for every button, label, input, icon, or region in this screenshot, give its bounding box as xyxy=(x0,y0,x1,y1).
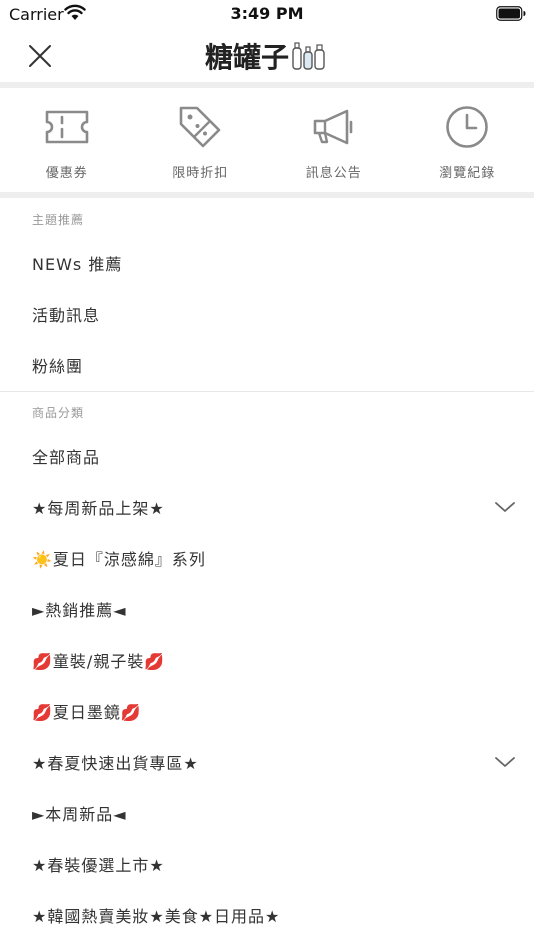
menu-item-label: ★每周新品上架★ xyxy=(32,499,165,518)
category-this-week-new[interactable]: ►本周新品◄ xyxy=(0,788,534,838)
battery-icon xyxy=(496,6,526,21)
category-korean-beauty[interactable]: ★韓國熱賣美妝★美食★日用品★ xyxy=(0,890,534,940)
category-best-sellers[interactable]: ►熱銷推薦◄ xyxy=(0,584,534,634)
close-button[interactable] xyxy=(22,38,58,74)
quick-link-label: 限時折扣 xyxy=(172,166,229,181)
status-bar: Carrier 3:49 PM xyxy=(0,0,534,28)
nav-bar: 糖罐子 xyxy=(0,28,534,82)
category-sunglasses[interactable]: 💋夏日墨鏡💋 xyxy=(0,686,534,736)
brand-logo-art: 糖罐子 xyxy=(205,41,325,74)
quick-links: 優惠券 限時折扣 訊息公告 瀏覽紀錄 xyxy=(0,88,534,192)
divider xyxy=(0,192,534,198)
menu-item-label: ★韓國熱賣美妝★美食★日用品★ xyxy=(32,907,281,926)
quick-link-history[interactable]: 瀏覽紀錄 xyxy=(401,88,534,192)
menu-item-label: ►熱銷推薦◄ xyxy=(32,601,127,620)
category-all-products[interactable]: 全部商品 xyxy=(0,431,534,481)
menu-item-label: 💋童裝/親子裝💋 xyxy=(32,652,166,671)
status-time: 3:49 PM xyxy=(230,4,304,23)
menu-item-label: 全部商品 xyxy=(32,448,101,467)
section-title-featured: 主題推薦 xyxy=(32,213,85,227)
quick-link-label: 優惠券 xyxy=(45,166,88,181)
quick-link-label: 訊息公告 xyxy=(305,166,362,181)
category-summer-cool[interactable]: ☀️夏日『涼感綿』系列 xyxy=(0,533,534,583)
menu-item-label: ★春夏快速出貨專區★ xyxy=(32,754,199,773)
category-fast-shipping[interactable]: ★春夏快速出貨專區★ xyxy=(0,737,534,787)
brand-logo: 糖罐子 xyxy=(205,36,330,76)
menu-item-label: 粉絲團 xyxy=(32,357,84,376)
menu-item-label: 活動訊息 xyxy=(32,306,101,325)
category-spring-picks[interactable]: ★春裝優選上市★ xyxy=(0,839,534,889)
quick-link-flash-sale[interactable]: 限時折扣 xyxy=(134,88,268,192)
category-kids-family[interactable]: 💋童裝/親子裝💋 xyxy=(0,635,534,685)
menu-item-label: 💋夏日墨鏡💋 xyxy=(32,703,142,722)
chevron-down-icon[interactable] xyxy=(494,752,516,772)
menu-item-fan-page[interactable]: 粉絲團 xyxy=(0,340,534,390)
category-weekly-new[interactable]: ★每周新品上架★ xyxy=(0,482,534,532)
menu-item-label: NEWs 推薦 xyxy=(32,255,123,274)
clock-icon xyxy=(446,106,489,148)
menu-item-news[interactable]: NEWs 推薦 xyxy=(0,238,534,288)
menu-item-label: ☀️夏日『涼感綿』系列 xyxy=(32,550,206,569)
quick-link-coupons[interactable]: 優惠券 xyxy=(0,88,134,192)
section-title-categories: 商品分類 xyxy=(32,406,85,420)
quick-link-announcements[interactable]: 訊息公告 xyxy=(267,88,401,192)
chevron-down-icon[interactable] xyxy=(494,497,516,517)
brand-logo-text: 糖罐子 xyxy=(205,41,289,74)
close-icon xyxy=(29,45,51,67)
divider xyxy=(0,391,534,392)
quick-link-label: 瀏覽紀錄 xyxy=(439,166,496,181)
megaphone-icon xyxy=(313,109,353,145)
ticket-icon xyxy=(45,110,89,144)
menu-item-label: ★春裝優選上市★ xyxy=(32,856,165,875)
menu-item-label: ►本周新品◄ xyxy=(32,805,127,824)
price-tag-icon xyxy=(179,106,221,148)
menu-item-events[interactable]: 活動訊息 xyxy=(0,289,534,339)
